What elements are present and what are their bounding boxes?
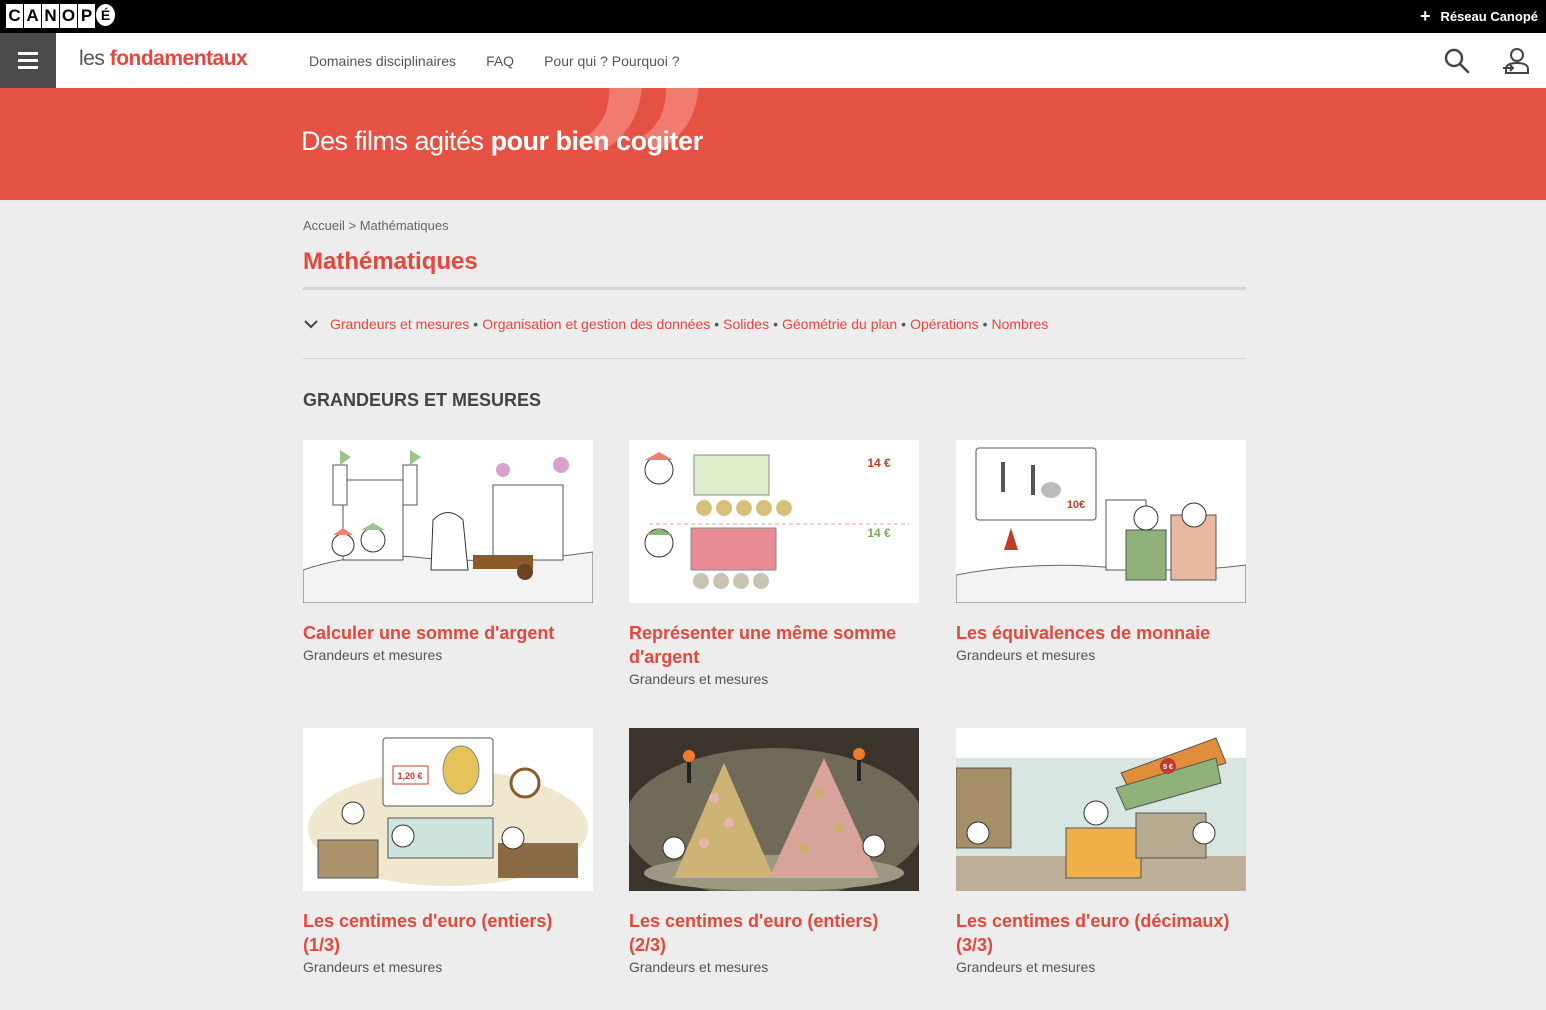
price-label: 5 € xyxy=(1163,764,1173,771)
price-label: 14 € xyxy=(867,456,891,470)
card-title[interactable]: Les équivalences de monnaie xyxy=(956,621,1246,645)
video-card[interactable]: 5 € Les centimes d'euro (décimaux) (3/3)… xyxy=(956,728,1246,975)
canope-logo[interactable]: C A N O P É xyxy=(6,4,116,28)
filter-solides[interactable]: Solides xyxy=(723,316,769,332)
card-category: Grandeurs et mesures xyxy=(629,959,769,975)
subdomain-filters: Grandeurs et mesures • Organisation et ge… xyxy=(303,316,1048,332)
video-thumbnail[interactable]: 10€ xyxy=(956,440,1246,603)
nav-pour-qui[interactable]: Pour qui ? Pourquoi ? xyxy=(544,53,679,69)
video-thumbnail[interactable] xyxy=(629,728,919,891)
menu-icon[interactable] xyxy=(0,33,56,88)
logo-letter: P xyxy=(78,4,95,28)
price-label: 10€ xyxy=(1067,499,1085,511)
filter-geometrie[interactable]: Géométrie du plan xyxy=(782,316,897,332)
video-card[interactable]: 1,20 € Les centimes d'euro (entiers) (1/… xyxy=(303,728,593,975)
reseau-canope-link[interactable]: + Réseau Canopé xyxy=(1420,0,1538,33)
card-title[interactable]: Calculer une somme d'argent xyxy=(303,621,593,645)
slogan-bold: pour bien cogiter xyxy=(490,126,704,156)
reseau-label: Réseau Canopé xyxy=(1440,9,1538,24)
video-card[interactable]: 10€ Les équivalences de monnaie Grandeur… xyxy=(956,440,1246,663)
site-header: les fondamentaux Domaines disciplinaires… xyxy=(0,33,1546,88)
search-icon[interactable] xyxy=(1443,47,1471,75)
section-title: GRANDEURS ET MESURES xyxy=(303,390,542,410)
logo-letter: N xyxy=(42,4,59,28)
card-title[interactable]: Représenter une même somme d'argent xyxy=(629,621,919,669)
card-title[interactable]: Les centimes d'euro (entiers) (1/3) xyxy=(303,909,593,957)
brand-fondamentaux: fondamentaux xyxy=(109,47,248,70)
main-nav: Domaines disciplinaires FAQ Pour qui ? P… xyxy=(309,33,710,88)
brand-les: les xyxy=(79,47,105,70)
hero-banner: ” Des films agités pour bien cogiter xyxy=(0,88,1546,200)
logo-letter: É xyxy=(96,4,115,26)
card-category: Grandeurs et mesures xyxy=(629,671,769,687)
video-thumbnail[interactable]: 1,20 € xyxy=(303,728,593,891)
price-label: 1,20 € xyxy=(397,771,422,781)
login-user-icon[interactable] xyxy=(1502,47,1530,75)
card-category: Grandeurs et mesures xyxy=(956,959,1096,975)
card-category: Grandeurs et mesures xyxy=(956,647,1096,663)
slogan-light: Des films agités xyxy=(301,126,491,156)
logo-letter: O xyxy=(60,4,77,28)
card-title[interactable]: Les centimes d'euro (entiers) (2/3) xyxy=(629,909,919,957)
breadcrumb[interactable]: Accueil > Mathématiques xyxy=(303,218,449,233)
card-category: Grandeurs et mesures xyxy=(303,959,443,975)
card-title[interactable]: Les centimes d'euro (décimaux) (3/3) xyxy=(956,909,1246,957)
filter-operations[interactable]: Opérations xyxy=(910,316,978,332)
brand-logo[interactable]: les fondamentaux xyxy=(79,47,248,71)
divider xyxy=(303,358,1246,359)
chevron-down-icon[interactable] xyxy=(303,318,319,330)
video-thumbnail[interactable] xyxy=(303,440,593,603)
filter-grandeurs[interactable]: Grandeurs et mesures xyxy=(330,316,469,332)
canope-topbar: C A N O P É + Réseau Canopé xyxy=(0,0,1546,33)
video-thumbnail[interactable]: 5 € xyxy=(956,728,1246,891)
hero-slogan: Des films agités pour bien cogiter xyxy=(301,126,703,157)
video-card[interactable]: 14 € 14 € Représenter une même somme d'a… xyxy=(629,440,919,687)
price-label: 14 € xyxy=(867,526,891,540)
nav-faq[interactable]: FAQ xyxy=(486,53,514,69)
nav-domaines[interactable]: Domaines disciplinaires xyxy=(309,53,456,69)
page-title: Mathématiques xyxy=(303,248,478,275)
filter-nombres[interactable]: Nombres xyxy=(991,316,1048,332)
video-thumbnail[interactable]: 14 € 14 € xyxy=(629,440,919,603)
video-card[interactable]: Calculer une somme d'argent Grandeurs et… xyxy=(303,440,593,663)
filter-organisation[interactable]: Organisation et gestion des données xyxy=(482,316,710,332)
logo-letter: C xyxy=(6,4,23,28)
plus-icon: + xyxy=(1419,6,1431,26)
card-category: Grandeurs et mesures xyxy=(303,647,443,663)
video-card[interactable]: Les centimes d'euro (entiers) (2/3) Gran… xyxy=(629,728,919,975)
divider xyxy=(303,287,1246,290)
logo-letter: A xyxy=(24,4,41,28)
